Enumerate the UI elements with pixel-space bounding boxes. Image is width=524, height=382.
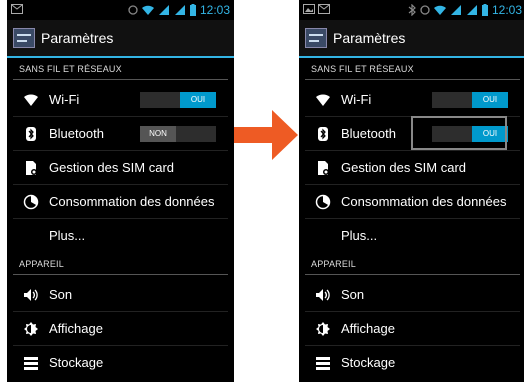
settings-item-label: Wi-Fi xyxy=(341,92,372,107)
settings-item-label: Gestion des SIM card xyxy=(49,160,174,175)
battery-icon xyxy=(481,4,488,16)
status-bar: 12:03 xyxy=(299,0,524,20)
sim-card-icon xyxy=(26,161,37,175)
settings-item-data-usage[interactable]: Consommation des données xyxy=(299,185,524,219)
section-label: APPAREIL xyxy=(19,259,64,269)
settings-item-display[interactable]: Affichage xyxy=(299,312,524,346)
image-notification-icon xyxy=(303,4,315,14)
title-divider xyxy=(7,56,234,58)
settings-item-label: Bluetooth xyxy=(341,126,396,141)
settings-item-storage[interactable]: Stockage xyxy=(7,346,234,380)
wifi-toggle[interactable]: OUI xyxy=(140,92,216,108)
email-notification-icon xyxy=(318,4,330,14)
settings-item-more[interactable]: Plus... xyxy=(299,219,524,253)
wifi-toggle-state: OUI xyxy=(472,92,508,108)
battery-icon xyxy=(189,4,196,16)
data-usage-icon xyxy=(315,194,331,210)
sound-icon xyxy=(316,289,330,301)
wifi-status-icon xyxy=(141,5,154,15)
settings-item-sound[interactable]: Son xyxy=(299,278,524,312)
wifi-toggle[interactable]: OUI xyxy=(432,92,508,108)
settings-item-label: Stockage xyxy=(341,355,396,370)
settings-item-label: Consommation des données xyxy=(341,194,507,209)
status-clock: 12:03 xyxy=(199,3,230,17)
bluetooth-icon xyxy=(318,127,328,141)
sync-icon xyxy=(128,5,138,15)
email-notification-icon xyxy=(11,4,23,14)
storage-icon xyxy=(316,357,330,370)
settings-item-label: Bluetooth xyxy=(49,126,104,141)
settings-item-label: Stockage xyxy=(49,355,104,370)
action-bar: Paramètres xyxy=(299,20,524,56)
phone-screen-after: 12:03 Paramètres SANS FIL ET RÉSEAUX Wi-… xyxy=(299,0,524,382)
signal-sim1-icon xyxy=(450,5,461,15)
section-header-wireless: SANS FIL ET RÉSEAUX xyxy=(7,60,234,80)
settings-item-wifi[interactable]: Wi-Fi OUI xyxy=(299,83,524,117)
section-divider xyxy=(305,79,520,80)
settings-item-storage[interactable]: Stockage xyxy=(299,346,524,380)
settings-item-label: Affichage xyxy=(341,321,395,336)
storage-icon xyxy=(24,357,38,370)
bluetooth-icon xyxy=(26,127,36,141)
settings-item-wifi[interactable]: Wi-Fi OUI xyxy=(7,83,234,117)
sync-icon xyxy=(420,5,430,15)
display-icon xyxy=(316,322,330,336)
wifi-icon xyxy=(316,94,330,106)
section-divider xyxy=(13,79,228,80)
signal-sim2-icon xyxy=(466,5,477,15)
settings-item-label: Son xyxy=(49,287,73,302)
data-usage-icon xyxy=(23,194,39,210)
section-header-device: APPAREIL xyxy=(7,255,234,275)
bluetooth-status-icon xyxy=(408,4,416,16)
settings-item-more[interactable]: Plus... xyxy=(7,219,234,253)
settings-item-label: Son xyxy=(341,287,365,302)
section-header-wireless: SANS FIL ET RÉSEAUX xyxy=(299,60,524,80)
settings-app-icon[interactable] xyxy=(305,28,327,48)
settings-item-data-usage[interactable]: Consommation des données xyxy=(7,185,234,219)
sim-card-icon xyxy=(318,161,329,175)
sound-icon xyxy=(24,289,38,301)
settings-item-label: Consommation des données xyxy=(49,194,215,209)
section-header-device: APPAREIL xyxy=(299,255,524,275)
section-label: SANS FIL ET RÉSEAUX xyxy=(19,64,122,74)
section-label: SANS FIL ET RÉSEAUX xyxy=(311,64,414,74)
settings-app-icon[interactable] xyxy=(13,28,35,48)
section-divider xyxy=(13,274,228,275)
page-title: Paramètres xyxy=(333,30,406,46)
wifi-toggle-state: OUI xyxy=(180,92,216,108)
settings-item-label: Plus... xyxy=(341,228,378,243)
page-title: Paramètres xyxy=(41,30,114,46)
status-clock: 12:03 xyxy=(491,3,522,17)
wifi-icon xyxy=(24,94,38,106)
section-divider xyxy=(305,274,520,275)
transition-arrow-icon xyxy=(234,110,298,160)
settings-item-sound[interactable]: Son xyxy=(7,278,234,312)
settings-item-sim-card[interactable]: Gestion des SIM card xyxy=(7,151,234,185)
settings-item-bluetooth[interactable]: Bluetooth NON xyxy=(7,117,234,151)
bluetooth-toggle-state: NON xyxy=(140,126,176,142)
signal-sim1-icon xyxy=(158,5,169,15)
wifi-status-icon xyxy=(433,5,446,15)
title-divider xyxy=(299,56,524,58)
phone-screen-before: 12:03 Paramètres SANS FIL ET RÉSEAUX Wi-… xyxy=(7,0,234,382)
bluetooth-toggle-highlight xyxy=(411,116,507,150)
settings-item-label: Gestion des SIM card xyxy=(341,160,466,175)
settings-item-display[interactable]: Affichage xyxy=(7,312,234,346)
display-icon xyxy=(24,322,38,336)
signal-sim2-icon xyxy=(174,5,185,15)
settings-item-label: Wi-Fi xyxy=(49,92,80,107)
settings-item-sim-card[interactable]: Gestion des SIM card xyxy=(299,151,524,185)
settings-item-label: Affichage xyxy=(49,321,103,336)
bluetooth-toggle[interactable]: NON xyxy=(140,126,216,142)
status-bar: 12:03 xyxy=(7,0,234,20)
settings-item-label: Plus... xyxy=(49,228,86,243)
action-bar: Paramètres xyxy=(7,20,234,56)
section-label: APPAREIL xyxy=(311,259,356,269)
